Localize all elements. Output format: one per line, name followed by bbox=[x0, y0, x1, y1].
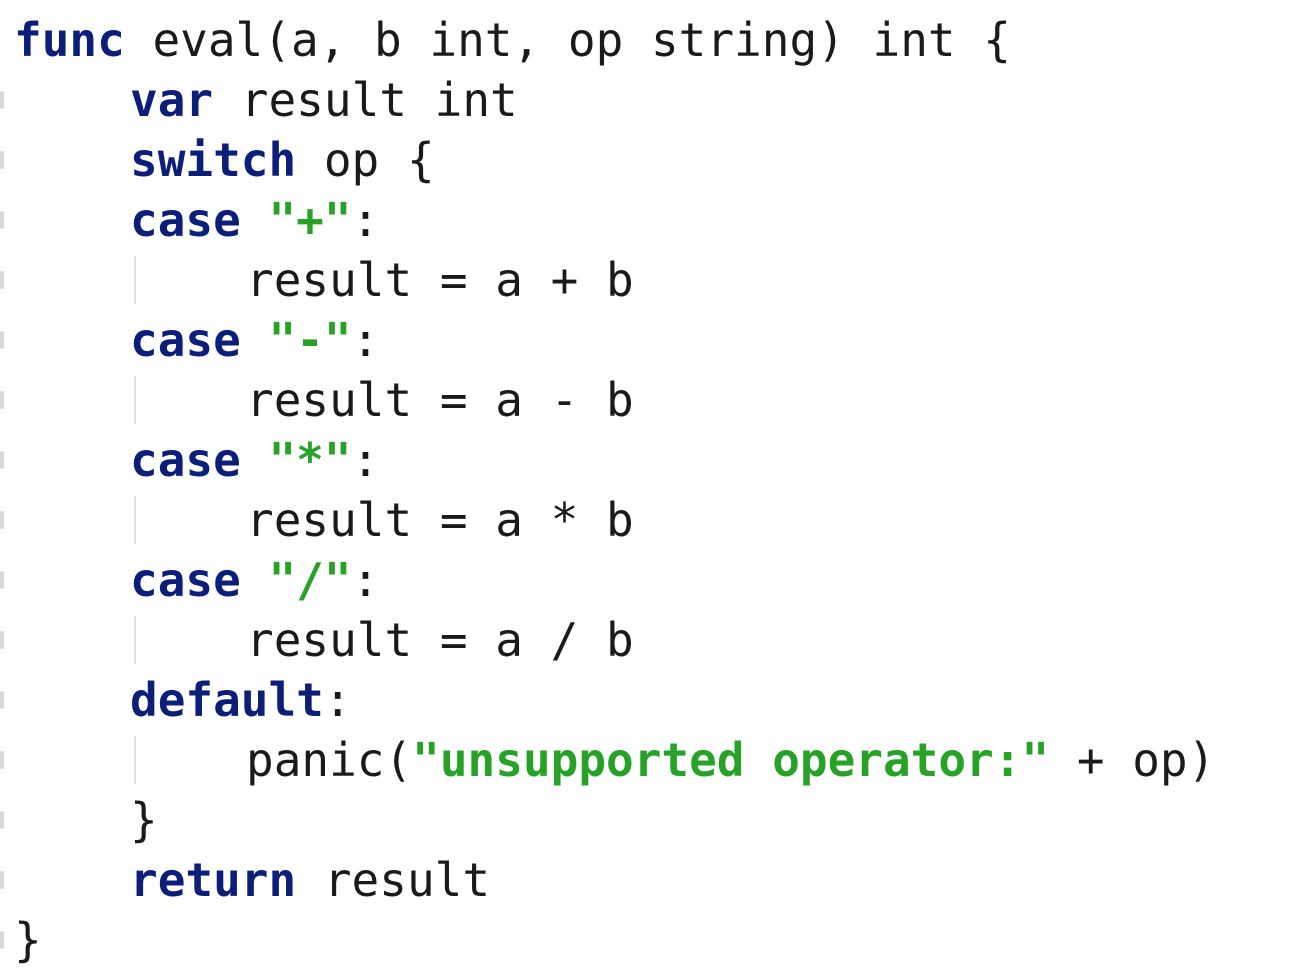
keyword-token: case bbox=[130, 193, 241, 247]
string-token: "-" bbox=[268, 313, 352, 367]
keyword-token: var bbox=[130, 73, 214, 127]
code-token: : bbox=[351, 313, 380, 367]
fold-marker-icon[interactable] bbox=[0, 931, 4, 949]
keyword-token: case bbox=[130, 433, 241, 487]
code-line: var result int bbox=[130, 70, 518, 130]
code-token: + op) bbox=[1049, 733, 1216, 787]
fold-marker-icon[interactable] bbox=[0, 871, 4, 889]
string-token: "+" bbox=[268, 193, 352, 247]
code-editor[interactable]: func eval(a, b int, op string) int {var … bbox=[0, 0, 1306, 970]
code-token: result = a + b bbox=[246, 253, 634, 307]
fold-marker-icon[interactable] bbox=[0, 691, 4, 709]
code-token: result = a - b bbox=[246, 373, 634, 427]
fold-marker-icon[interactable] bbox=[0, 211, 4, 229]
code-token: op { bbox=[296, 133, 435, 187]
code-token: result int bbox=[213, 73, 518, 127]
code-line: case "+": bbox=[130, 190, 379, 250]
fold-marker-icon[interactable] bbox=[0, 271, 4, 289]
code-line: } bbox=[130, 790, 158, 850]
code-line: case "-": bbox=[130, 310, 379, 370]
code-token: result = a / b bbox=[246, 613, 634, 667]
indent-guide bbox=[134, 496, 136, 544]
string-token: "/" bbox=[268, 553, 352, 607]
keyword-token: case bbox=[130, 553, 241, 607]
string-token: "unsupported operator:" bbox=[412, 733, 1050, 787]
code-token: : bbox=[323, 673, 352, 727]
code-line: default: bbox=[130, 670, 352, 730]
keyword-token: return bbox=[130, 853, 297, 907]
indent-guide bbox=[134, 736, 136, 784]
code-token: panic( bbox=[246, 733, 413, 787]
keyword-token: func bbox=[14, 13, 125, 67]
code-token: : bbox=[351, 553, 380, 607]
indent-guide bbox=[134, 376, 136, 424]
keyword-token: default bbox=[130, 673, 324, 727]
fold-marker-icon[interactable] bbox=[0, 391, 4, 409]
fold-marker-icon[interactable] bbox=[0, 751, 4, 769]
code-line: case "*": bbox=[130, 430, 379, 490]
code-token: : bbox=[351, 433, 380, 487]
fold-marker-icon[interactable] bbox=[0, 91, 4, 109]
indent-guide bbox=[134, 256, 136, 304]
code-token: } bbox=[14, 913, 42, 967]
code-line: return result bbox=[130, 850, 490, 910]
code-line: panic("unsupported operator:" + op) bbox=[246, 730, 1215, 790]
keyword-token: switch bbox=[130, 133, 297, 187]
code-token: : bbox=[351, 193, 380, 247]
code-line: result = a + b bbox=[246, 250, 634, 310]
code-token: result bbox=[296, 853, 491, 907]
code-line: case "/": bbox=[130, 550, 379, 610]
string-token: "*" bbox=[268, 433, 352, 487]
indent-guide bbox=[134, 616, 136, 664]
code-line: switch op { bbox=[130, 130, 435, 190]
code-line: result = a * b bbox=[246, 490, 634, 550]
code-token: } bbox=[130, 793, 158, 847]
code-token: result = a * b bbox=[246, 493, 634, 547]
code-line: result = a / b bbox=[246, 610, 634, 670]
code-line: func eval(a, b int, op string) int { bbox=[14, 10, 1011, 70]
fold-marker-icon[interactable] bbox=[0, 571, 4, 589]
fold-marker-icon[interactable] bbox=[0, 631, 4, 649]
code-line: result = a - b bbox=[246, 370, 634, 430]
fold-marker-icon[interactable] bbox=[0, 331, 4, 349]
code-token: eval(a, b int, op string) int { bbox=[124, 13, 1011, 67]
fold-marker-icon[interactable] bbox=[0, 511, 4, 529]
fold-marker-icon[interactable] bbox=[0, 451, 4, 469]
code-line: } bbox=[14, 910, 42, 970]
fold-marker-icon[interactable] bbox=[0, 811, 4, 829]
keyword-token: case bbox=[130, 313, 241, 367]
fold-marker-icon[interactable] bbox=[0, 151, 4, 169]
